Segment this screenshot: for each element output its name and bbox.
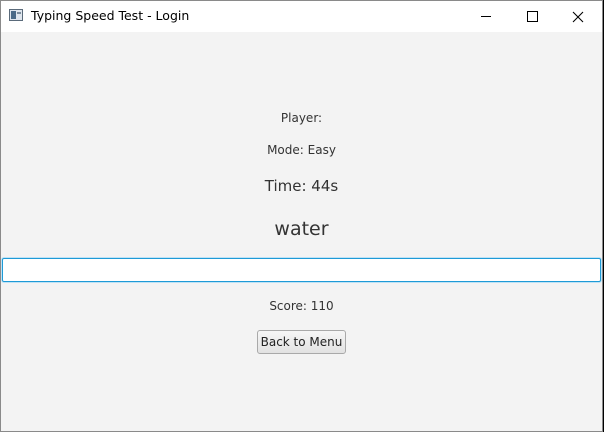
app-icon — [9, 9, 23, 21]
window-title: Typing Speed Test - Login — [31, 8, 190, 23]
game-panel: Player: Mode: Easy Time: 44s water Score… — [1, 32, 602, 432]
score-label: Score: 110 — [269, 299, 334, 313]
time-label: Time: 44s — [264, 177, 339, 195]
typing-input[interactable] — [3, 259, 600, 281]
close-icon — [572, 11, 584, 22]
mode-label: Mode: Easy — [267, 143, 336, 157]
minimize-button[interactable] — [463, 1, 509, 32]
current-word: water — [274, 218, 329, 240]
maximize-icon — [526, 11, 538, 22]
back-to-menu-button[interactable]: Back to Menu — [257, 330, 346, 354]
player-label: Player: — [280, 111, 323, 125]
minimize-icon — [481, 16, 491, 17]
close-button[interactable] — [555, 1, 601, 32]
title-bar[interactable]: Typing Speed Test - Login — [1, 1, 602, 32]
typing-input-container — [2, 258, 601, 282]
app-window: Typing Speed Test - Login Player: Mode: … — [0, 0, 603, 432]
maximize-button[interactable] — [509, 1, 555, 32]
